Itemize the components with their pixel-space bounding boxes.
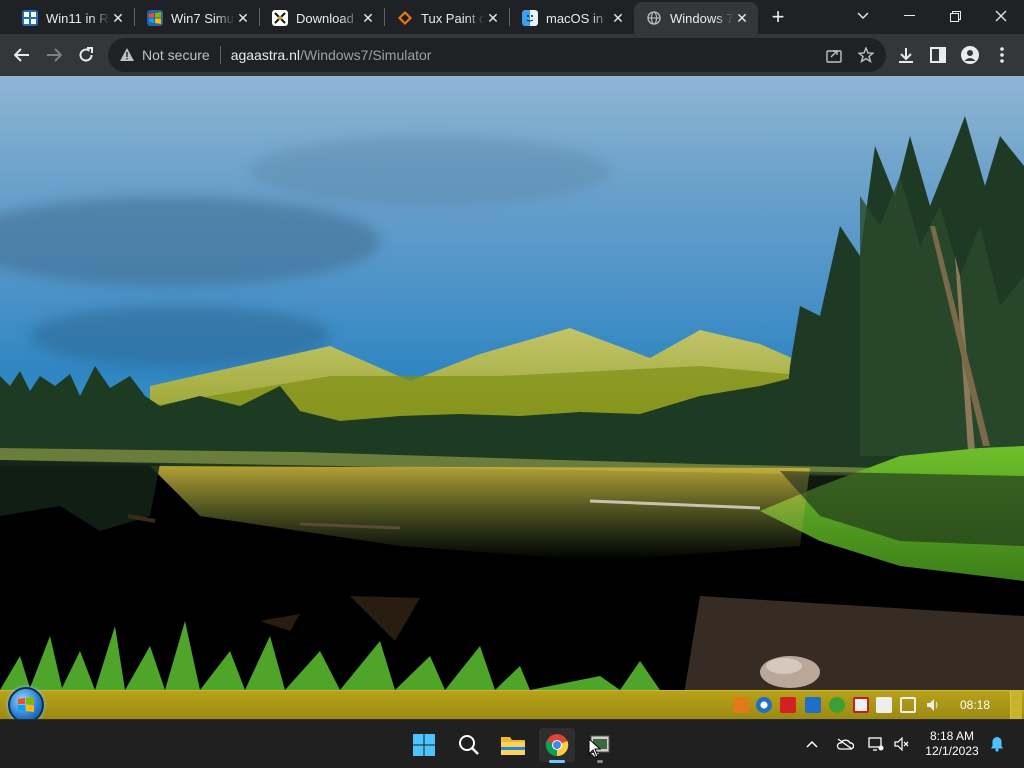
url-path: /Windows7/Simulator <box>299 47 432 63</box>
win7-start-button[interactable] <box>8 687 44 719</box>
macos-finder-icon <box>522 10 538 26</box>
search-icon[interactable] <box>451 728 487 762</box>
speaker-icon[interactable] <box>925 697 941 713</box>
profile-button[interactable] <box>954 39 986 71</box>
document-icon[interactable] <box>876 697 892 713</box>
close-tab-icon[interactable]: ✕ <box>485 10 501 26</box>
close-tab-icon[interactable]: ✕ <box>360 10 376 26</box>
back-button[interactable] <box>6 39 38 71</box>
tab-win11[interactable]: Win11 in R ✕ <box>10 2 134 34</box>
kebab-menu-icon <box>1000 47 1004 63</box>
orange-app-icon[interactable] <box>733 697 749 713</box>
windows-start-icon[interactable] <box>406 728 442 762</box>
forward-arrow-icon <box>47 48 62 62</box>
ie-icon[interactable] <box>756 697 772 713</box>
flag-icon[interactable] <box>853 697 869 713</box>
close-tab-icon[interactable]: ✕ <box>110 10 126 26</box>
side-panel-button[interactable] <box>922 39 954 71</box>
wallpaper-landscape <box>0 116 1024 719</box>
share-icon[interactable] <box>826 47 842 63</box>
win7-taskbar: 08:18 <box>0 687 1024 719</box>
security-status[interactable]: Not secure <box>142 47 210 63</box>
url-domain: agaastra.nl <box>230 47 300 63</box>
mouse-cursor-icon <box>588 738 602 758</box>
tab-title: Win11 in R <box>46 10 109 26</box>
profile-icon <box>961 46 979 64</box>
minimize-button[interactable] <box>886 0 932 32</box>
restore-button[interactable] <box>932 0 978 32</box>
windows-flag-icon <box>18 697 34 712</box>
downloads-button[interactable] <box>890 39 922 71</box>
tab-windows7-active[interactable]: Windows 7 ✕ <box>634 2 758 34</box>
show-desktop-button[interactable] <box>1010 691 1022 719</box>
url-divider <box>219 46 221 64</box>
onedrive-icon[interactable] <box>832 720 858 768</box>
volume-muted-icon[interactable] <box>890 720 914 768</box>
running-app-indicator <box>597 760 603 763</box>
bookmark-star-icon[interactable] <box>857 46 875 64</box>
tab-search-button[interactable] <box>840 0 886 32</box>
system-clock[interactable]: 8:18 AM 12/1/2023 <box>918 720 986 768</box>
network-status-icon[interactable] <box>864 720 888 768</box>
minimize-icon <box>903 15 915 16</box>
side-panel-icon <box>930 47 946 63</box>
win7-icon <box>147 10 163 26</box>
file-explorer-icon[interactable] <box>495 728 531 762</box>
close-window-button[interactable] <box>978 0 1024 32</box>
chrome-icon[interactable] <box>539 728 575 763</box>
chevron-down-icon <box>857 12 869 19</box>
download-icon <box>899 48 913 63</box>
win7-clock[interactable]: 08:18 <box>946 691 1004 719</box>
hidden-icons-chevron[interactable] <box>800 720 824 768</box>
tab-title: Win7 Simu <box>171 10 234 26</box>
download-site-icon <box>272 10 288 26</box>
menu-button[interactable] <box>986 39 1018 71</box>
green-check-icon[interactable] <box>829 697 845 713</box>
tab-title: macOS in <box>546 10 604 26</box>
address-bar[interactable]: Not secure agaastra.nl /Windows7/Simulat… <box>108 38 886 72</box>
outlook-icon[interactable] <box>805 697 821 713</box>
win11-taskbar: 8:18 AM 12/1/2023 <box>0 719 1024 768</box>
network-icon[interactable] <box>900 697 916 713</box>
chevron-up-icon <box>806 740 818 748</box>
win11-icon <box>22 10 38 26</box>
tab-title: Tux Paint c <box>421 10 485 26</box>
close-icon <box>995 10 1007 22</box>
reload-icon <box>79 47 93 62</box>
new-tab-button[interactable]: + <box>764 3 792 31</box>
tab-macos[interactable]: macOS in ✕ <box>510 2 634 34</box>
notification-bell-icon[interactable] <box>986 720 1008 768</box>
tab-download[interactable]: Download ✕ <box>260 2 384 34</box>
close-tab-icon[interactable]: ✕ <box>235 10 251 26</box>
tab-win7-simulator[interactable]: Win7 Simu ✕ <box>135 2 259 34</box>
restore-icon <box>949 10 961 22</box>
close-tab-icon[interactable]: ✕ <box>734 10 750 26</box>
reload-button[interactable] <box>70 39 102 71</box>
tab-tuxpaint[interactable]: Tux Paint c ✕ <box>385 2 509 34</box>
back-arrow-icon <box>14 48 29 62</box>
tab-title: Download <box>296 10 354 26</box>
tuxpaint-icon <box>397 10 413 26</box>
globe-icon <box>646 10 662 26</box>
clock-time: 8:18 AM <box>929 729 975 743</box>
clock-date: 12/1/2023 <box>925 744 979 758</box>
pdf-icon[interactable] <box>780 697 796 713</box>
active-app-indicator <box>549 760 565 763</box>
warning-icon[interactable] <box>120 48 134 62</box>
win7-desktop[interactable]: 08:18 <box>0 76 1024 719</box>
close-tab-icon[interactable]: ✕ <box>610 10 626 26</box>
tab-title: Windows 7 <box>670 10 734 26</box>
forward-button[interactable] <box>38 39 70 71</box>
